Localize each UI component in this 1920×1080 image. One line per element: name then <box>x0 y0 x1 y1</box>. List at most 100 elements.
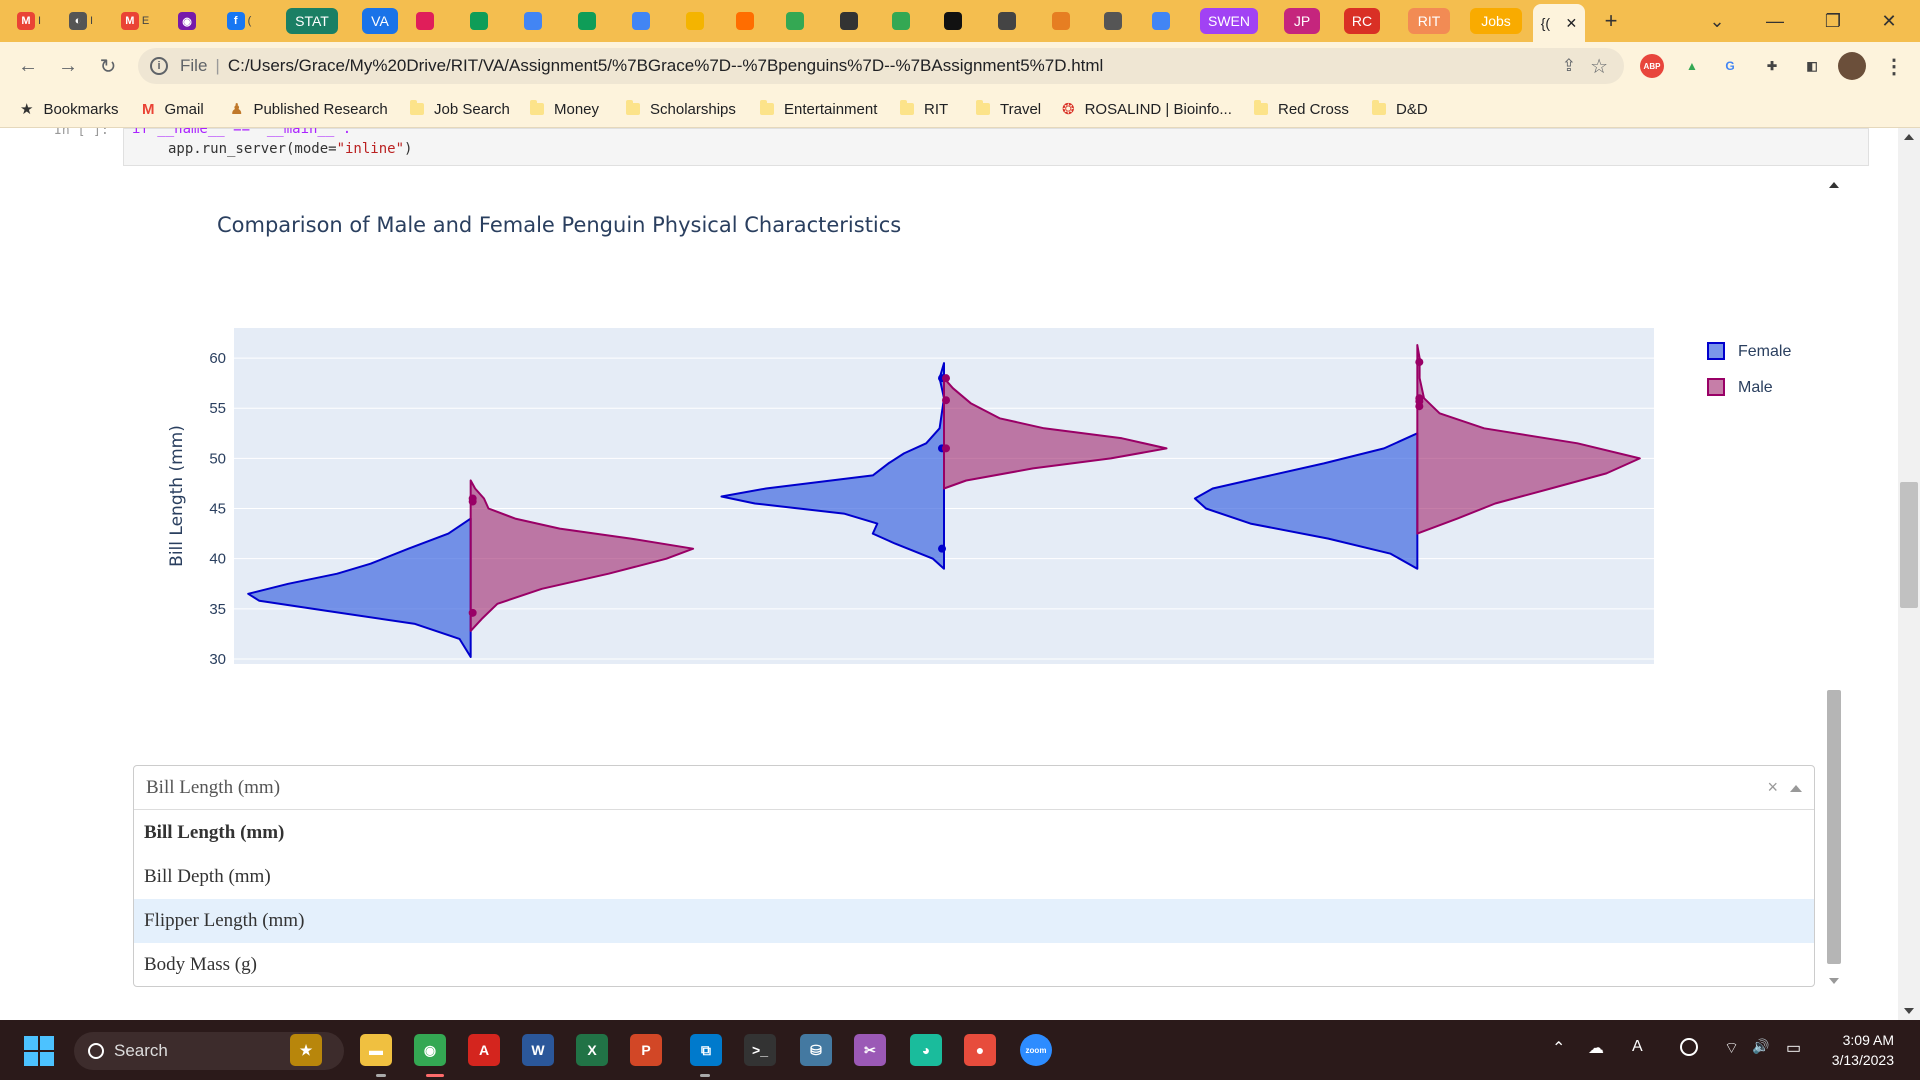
browser-tab[interactable]: f( <box>222 6 256 36</box>
volume-icon[interactable]: 🔊 <box>1752 1038 1769 1055</box>
translate-icon[interactable]: G <box>1718 54 1742 78</box>
system-clock[interactable]: 3:09 AM 3/13/2023 <box>1832 1030 1894 1070</box>
browser-tab[interactable] <box>1096 6 1130 36</box>
focus-icon[interactable] <box>1680 1038 1698 1056</box>
browser-tab[interactable] <box>570 6 604 36</box>
bookmark-money[interactable]: Money <box>530 96 599 122</box>
minimize-button[interactable]: — <box>1760 8 1790 34</box>
snipping-tool-icon[interactable]: ✂ <box>854 1034 886 1066</box>
bookmark-bookmarks[interactable]: ★ Bookmarks <box>20 96 118 122</box>
chrome-icon[interactable]: ◉ <box>414 1034 446 1066</box>
scroll-down-arrow-icon[interactable] <box>1829 978 1839 984</box>
widgets-icon[interactable]: ★ <box>290 1034 322 1066</box>
code-cell[interactable]: In [ ]: if __name__ == '__main__': app.r… <box>54 128 1869 166</box>
browser-menu-icon[interactable]: ⋮ <box>1882 54 1906 78</box>
excel-icon[interactable]: X <box>576 1034 608 1066</box>
mysql-icon[interactable]: ⛁ <box>800 1034 832 1066</box>
restore-button[interactable]: ❐ <box>1818 8 1848 34</box>
scroll-thumb[interactable] <box>1827 690 1841 964</box>
dropdown-option[interactable]: Flipper Length (mm) <box>134 899 1814 943</box>
bookmark-published-research[interactable]: ♟ Published Research <box>230 96 388 122</box>
sidepanel-icon[interactable]: ◧ <box>1800 54 1824 78</box>
page-scrollbar[interactable] <box>1898 128 1920 1020</box>
browser-tab[interactable] <box>728 6 762 36</box>
browser-tab[interactable] <box>778 6 812 36</box>
wifi-icon[interactable]: ⌔ <box>1724 1038 1739 1058</box>
terminal-icon[interactable]: >_ <box>744 1034 776 1066</box>
page-scroll-down-icon[interactable] <box>1904 1008 1914 1014</box>
bookmark-rosalind-bioinfo[interactable]: ❂ ROSALIND | Bioinfo... <box>1062 96 1232 122</box>
dropdown-option[interactable]: Body Mass (g) <box>134 943 1814 987</box>
bookmark-rit[interactable]: RIT <box>900 96 948 122</box>
back-button[interactable]: ← <box>14 52 42 80</box>
bookmark-d-d[interactable]: D&D <box>1372 96 1428 122</box>
violin-chart[interactable]: 30354045505560AdelieChinstrapGentooCompa… <box>134 184 1824 664</box>
clear-icon[interactable]: × <box>1767 777 1778 798</box>
bookmark-red-cross[interactable]: Red Cross <box>1254 96 1349 122</box>
drive-icon[interactable]: ▲ <box>1680 54 1704 78</box>
browser-tab[interactable] <box>1044 6 1078 36</box>
site-info-icon[interactable]: i <box>150 57 168 75</box>
variable-dropdown[interactable]: Bill Length (mm) × Bill Length (mm) Bill … <box>133 765 1815 987</box>
paint-icon[interactable]: ◕ <box>910 1034 942 1066</box>
output-scrollbar[interactable] <box>1825 178 1843 988</box>
bookmark-gmail[interactable]: M Gmail <box>142 96 204 122</box>
adblock-icon[interactable]: ABP <box>1640 54 1664 78</box>
input-method-icon[interactable]: A <box>1632 1038 1643 1056</box>
forward-button[interactable]: → <box>54 52 82 80</box>
vscode-icon[interactable]: ⧉ <box>690 1034 722 1066</box>
dropdown-option[interactable]: Bill Length (mm) <box>134 811 1814 855</box>
drop-icon[interactable]: ● <box>964 1034 996 1066</box>
browser-tab[interactable]: ◉ <box>170 6 204 36</box>
reload-button[interactable]: ↻ <box>94 52 122 80</box>
tab-group-swen[interactable]: SWEN <box>1200 8 1258 34</box>
onedrive-icon[interactable]: ☁ <box>1588 1038 1604 1058</box>
tab-group-jobs[interactable]: Jobs <box>1470 8 1522 34</box>
browser-tab[interactable] <box>884 6 918 36</box>
acrobat-icon[interactable]: A <box>468 1034 500 1066</box>
bookmark-travel[interactable]: Travel <box>976 96 1041 122</box>
tray-chevron-icon[interactable]: ⌃ <box>1552 1038 1565 1058</box>
zoom-icon[interactable]: zoom <box>1020 1034 1052 1066</box>
active-tab[interactable]: {( ✕ <box>1533 4 1585 42</box>
dropdown-control[interactable]: Bill Length (mm) × <box>134 766 1814 810</box>
browser-tab[interactable] <box>990 6 1024 36</box>
start-button[interactable] <box>24 1036 54 1066</box>
battery-icon[interactable]: ▭ <box>1786 1038 1801 1058</box>
tab-search-chevron-icon[interactable]: ⌄ <box>1702 8 1732 34</box>
browser-tab[interactable]: ◐ I <box>64 6 98 36</box>
close-tab-icon[interactable]: ✕ <box>1566 15 1578 32</box>
bookmark-star-icon[interactable]: ☆ <box>1590 54 1608 79</box>
scroll-up-arrow-icon[interactable] <box>1829 182 1839 188</box>
browser-tab[interactable] <box>408 6 442 36</box>
browser-tab[interactable]: MI <box>12 6 46 36</box>
tab-group-stat[interactable]: STAT <box>286 8 338 34</box>
browser-tab[interactable] <box>516 6 550 36</box>
new-tab-button[interactable]: + <box>1596 8 1626 34</box>
window-close-button[interactable]: ✕ <box>1874 8 1904 34</box>
page-scroll-thumb[interactable] <box>1900 482 1918 608</box>
share-icon[interactable]: ⇪ <box>1562 56 1576 76</box>
bookmark-job-search[interactable]: Job Search <box>410 96 510 122</box>
tab-group-rit[interactable]: RIT <box>1408 8 1450 34</box>
file-explorer-icon[interactable]: ▬ <box>360 1034 392 1066</box>
tab-group-va[interactable]: VA <box>362 8 398 34</box>
bookmark-entertainment[interactable]: Entertainment <box>760 96 877 122</box>
browser-tab[interactable]: ME <box>118 6 152 36</box>
browser-tab[interactable] <box>462 6 496 36</box>
address-bar[interactable]: i File | C:/Users/Grace/My%20Drive/RIT/V… <box>138 48 1624 84</box>
caret-up-icon[interactable] <box>1790 785 1802 792</box>
browser-tab[interactable] <box>624 6 658 36</box>
browser-tab[interactable] <box>1144 6 1178 36</box>
tab-group-jp[interactable]: JP <box>1284 8 1320 34</box>
browser-tab[interactable] <box>936 6 970 36</box>
browser-tab[interactable] <box>678 6 712 36</box>
dropdown-option[interactable]: Bill Depth (mm) <box>134 855 1814 899</box>
powerpoint-icon[interactable]: P <box>630 1034 662 1066</box>
puzzle-icon[interactable]: ✚ <box>1760 54 1784 78</box>
bookmark-scholarships[interactable]: Scholarships <box>626 96 736 122</box>
address-url[interactable]: C:/Users/Grace/My%20Drive/RIT/VA/Assignm… <box>228 56 1104 76</box>
word-icon[interactable]: W <box>522 1034 554 1066</box>
page-scroll-up-icon[interactable] <box>1904 134 1914 140</box>
profile-avatar[interactable] <box>1838 52 1866 80</box>
